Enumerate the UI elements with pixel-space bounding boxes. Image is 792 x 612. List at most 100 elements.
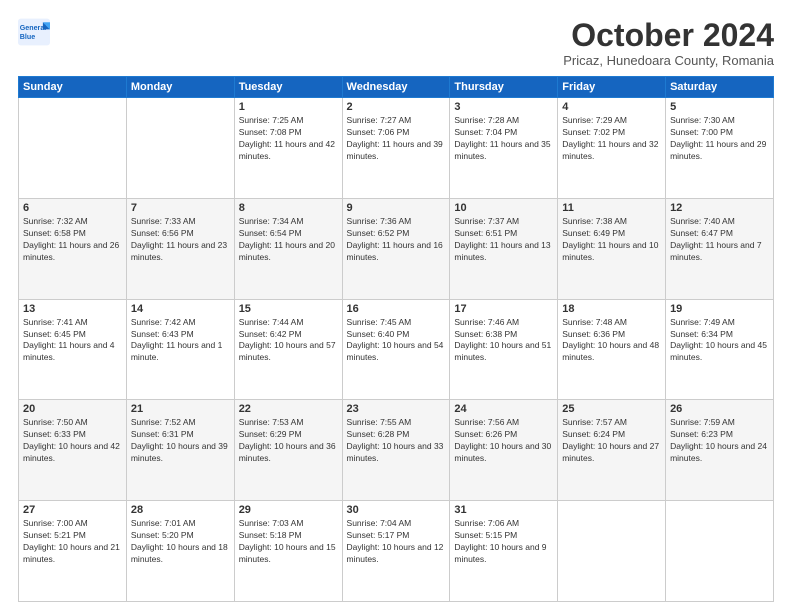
day-detail: Sunrise: 7:28 AM Sunset: 7:04 PM Dayligh… — [454, 115, 553, 163]
day-detail: Sunrise: 7:42 AM Sunset: 6:43 PM Dayligh… — [131, 317, 230, 365]
day-number: 31 — [454, 504, 553, 516]
calendar-day-cell: 29 Sunrise: 7:03 AM Sunset: 5:18 PM Dayli… — [234, 501, 342, 602]
calendar-day-cell: 1 Sunrise: 7:25 AM Sunset: 7:08 PM Daylig… — [234, 98, 342, 199]
calendar-header-row: SundayMondayTuesdayWednesdayThursdayFrid… — [19, 77, 774, 98]
day-number: 11 — [562, 202, 661, 214]
calendar-day-cell: 3 Sunrise: 7:28 AM Sunset: 7:04 PM Daylig… — [450, 98, 558, 199]
logo: General Blue — [18, 18, 50, 46]
day-number: 10 — [454, 202, 553, 214]
day-number: 20 — [23, 403, 122, 415]
calendar-header-saturday: Saturday — [666, 77, 774, 98]
day-detail: Sunrise: 7:29 AM Sunset: 7:02 PM Dayligh… — [562, 115, 661, 163]
calendar-day-cell: 11Sunrise: 7:38 AM Sunset: 6:49 PM Dayli… — [558, 198, 666, 299]
calendar-day-cell — [19, 98, 127, 199]
svg-text:General: General — [20, 24, 47, 32]
calendar-table: SundayMondayTuesdayWednesdayThursdayFrid… — [18, 76, 774, 602]
location: Pricaz, Hunedoara County, Romania — [563, 53, 774, 68]
day-number: 22 — [239, 403, 338, 415]
calendar-day-cell: 24Sunrise: 7:56 AM Sunset: 6:26 PM Dayli… — [450, 400, 558, 501]
day-detail: Sunrise: 7:01 AM Sunset: 5:20 PM Dayligh… — [131, 518, 230, 566]
day-number: 21 — [131, 403, 230, 415]
day-number: 19 — [670, 303, 769, 315]
day-detail: Sunrise: 7:06 AM Sunset: 5:15 PM Dayligh… — [454, 518, 553, 566]
calendar-day-cell: 16Sunrise: 7:45 AM Sunset: 6:40 PM Dayli… — [342, 299, 450, 400]
calendar-week-row: 20Sunrise: 7:50 AM Sunset: 6:33 PM Dayli… — [19, 400, 774, 501]
day-number: 29 — [239, 504, 338, 516]
day-number: 30 — [347, 504, 446, 516]
month-title: October 2024 — [563, 18, 774, 53]
calendar-day-cell: 26 Sunrise: 7:59 AM Sunset: 6:23 PM Dayli… — [666, 400, 774, 501]
calendar-day-cell: 2Sunrise: 7:27 AM Sunset: 7:06 PM Daylig… — [342, 98, 450, 199]
calendar-day-cell: 9Sunrise: 7:36 AM Sunset: 6:52 PM Daylig… — [342, 198, 450, 299]
calendar-day-cell: 12 Sunrise: 7:40 AM Sunset: 6:47 PM Dayli… — [666, 198, 774, 299]
svg-text:Blue: Blue — [20, 33, 35, 41]
calendar-week-row: 6 Sunrise: 7:32 AM Sunset: 6:58 PM Daylig… — [19, 198, 774, 299]
day-detail: Sunrise: 7:33 AM Sunset: 6:56 PM Dayligh… — [131, 216, 230, 264]
calendar-day-cell: 19 Sunrise: 7:49 AM Sunset: 6:34 PM Dayli… — [666, 299, 774, 400]
day-number: 28 — [131, 504, 230, 516]
day-number: 17 — [454, 303, 553, 315]
calendar-day-cell: 31 Sunrise: 7:06 AM Sunset: 5:15 PM Dayli… — [450, 501, 558, 602]
day-number: 25 — [562, 403, 661, 415]
day-number: 23 — [347, 403, 446, 415]
day-detail: Sunrise: 7:49 AM Sunset: 6:34 PM Dayligh… — [670, 317, 769, 365]
day-detail: Sunrise: 7:53 AM Sunset: 6:29 PM Dayligh… — [239, 417, 338, 465]
day-number: 27 — [23, 504, 122, 516]
logo-icon: General Blue — [18, 18, 50, 46]
calendar-day-cell: 5 Sunrise: 7:30 AM Sunset: 7:00 PM Daylig… — [666, 98, 774, 199]
day-number: 15 — [239, 303, 338, 315]
day-detail: Sunrise: 7:45 AM Sunset: 6:40 PM Dayligh… — [347, 317, 446, 365]
day-number: 24 — [454, 403, 553, 415]
page: General Blue October 2024 Pricaz, Hunedo… — [0, 0, 792, 612]
calendar-header-wednesday: Wednesday — [342, 77, 450, 98]
day-detail: Sunrise: 7:57 AM Sunset: 6:24 PM Dayligh… — [562, 417, 661, 465]
day-number: 6 — [23, 202, 122, 214]
calendar-header-thursday: Thursday — [450, 77, 558, 98]
calendar-day-cell: 22 Sunrise: 7:53 AM Sunset: 6:29 PM Dayli… — [234, 400, 342, 501]
day-detail: Sunrise: 7:04 AM Sunset: 5:17 PM Dayligh… — [347, 518, 446, 566]
calendar-week-row: 13 Sunrise: 7:41 AM Sunset: 6:45 PM Dayli… — [19, 299, 774, 400]
day-detail: Sunrise: 7:46 AM Sunset: 6:38 PM Dayligh… — [454, 317, 553, 365]
header: General Blue October 2024 Pricaz, Hunedo… — [18, 18, 774, 68]
calendar-header-monday: Monday — [126, 77, 234, 98]
calendar-day-cell: 28 Sunrise: 7:01 AM Sunset: 5:20 PM Dayli… — [126, 501, 234, 602]
calendar-day-cell: 30 Sunrise: 7:04 AM Sunset: 5:17 PM Dayli… — [342, 501, 450, 602]
calendar-week-row: 27 Sunrise: 7:00 AM Sunset: 5:21 PM Dayli… — [19, 501, 774, 602]
day-number: 13 — [23, 303, 122, 315]
calendar-day-cell: 21 Sunrise: 7:52 AM Sunset: 6:31 PM Dayli… — [126, 400, 234, 501]
calendar-day-cell: 27 Sunrise: 7:00 AM Sunset: 5:21 PM Dayli… — [19, 501, 127, 602]
day-detail: Sunrise: 7:03 AM Sunset: 5:18 PM Dayligh… — [239, 518, 338, 566]
calendar-day-cell: 23Sunrise: 7:55 AM Sunset: 6:28 PM Dayli… — [342, 400, 450, 501]
calendar-day-cell: 20Sunrise: 7:50 AM Sunset: 6:33 PM Dayli… — [19, 400, 127, 501]
day-detail: Sunrise: 7:00 AM Sunset: 5:21 PM Dayligh… — [23, 518, 122, 566]
day-detail: Sunrise: 7:34 AM Sunset: 6:54 PM Dayligh… — [239, 216, 338, 264]
day-detail: Sunrise: 7:52 AM Sunset: 6:31 PM Dayligh… — [131, 417, 230, 465]
day-number: 4 — [562, 101, 661, 113]
calendar-day-cell: 7 Sunrise: 7:33 AM Sunset: 6:56 PM Daylig… — [126, 198, 234, 299]
day-number: 3 — [454, 101, 553, 113]
day-detail: Sunrise: 7:41 AM Sunset: 6:45 PM Dayligh… — [23, 317, 122, 365]
calendar-day-cell: 8Sunrise: 7:34 AM Sunset: 6:54 PM Daylig… — [234, 198, 342, 299]
day-detail: Sunrise: 7:44 AM Sunset: 6:42 PM Dayligh… — [239, 317, 338, 365]
day-detail: Sunrise: 7:40 AM Sunset: 6:47 PM Dayligh… — [670, 216, 769, 264]
day-detail: Sunrise: 7:37 AM Sunset: 6:51 PM Dayligh… — [454, 216, 553, 264]
calendar-header-sunday: Sunday — [19, 77, 127, 98]
calendar-day-cell: 4 Sunrise: 7:29 AM Sunset: 7:02 PM Daylig… — [558, 98, 666, 199]
day-number: 1 — [239, 101, 338, 113]
day-number: 5 — [670, 101, 769, 113]
calendar-day-cell: 25 Sunrise: 7:57 AM Sunset: 6:24 PM Dayli… — [558, 400, 666, 501]
calendar-day-cell: 15 Sunrise: 7:44 AM Sunset: 6:42 PM Dayli… — [234, 299, 342, 400]
day-number: 7 — [131, 202, 230, 214]
calendar-header-friday: Friday — [558, 77, 666, 98]
day-number: 12 — [670, 202, 769, 214]
day-detail: Sunrise: 7:25 AM Sunset: 7:08 PM Dayligh… — [239, 115, 338, 163]
day-number: 26 — [670, 403, 769, 415]
calendar-day-cell: 10 Sunrise: 7:37 AM Sunset: 6:51 PM Dayli… — [450, 198, 558, 299]
day-number: 14 — [131, 303, 230, 315]
calendar-day-cell: 13 Sunrise: 7:41 AM Sunset: 6:45 PM Dayli… — [19, 299, 127, 400]
day-detail: Sunrise: 7:30 AM Sunset: 7:00 PM Dayligh… — [670, 115, 769, 163]
day-detail: Sunrise: 7:59 AM Sunset: 6:23 PM Dayligh… — [670, 417, 769, 465]
day-detail: Sunrise: 7:32 AM Sunset: 6:58 PM Dayligh… — [23, 216, 122, 264]
day-number: 18 — [562, 303, 661, 315]
calendar-header-tuesday: Tuesday — [234, 77, 342, 98]
